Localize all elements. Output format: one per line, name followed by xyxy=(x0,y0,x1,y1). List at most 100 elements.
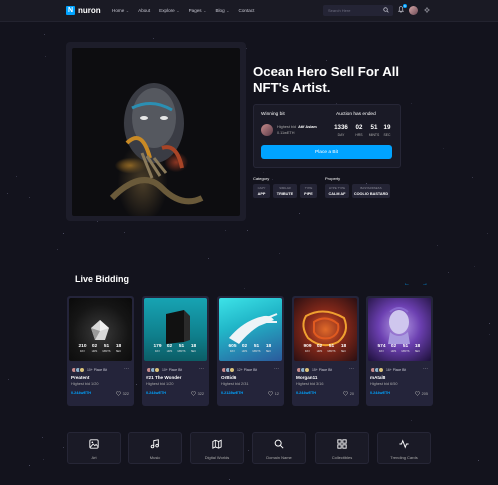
chevron-down-icon: ⌄ xyxy=(176,8,180,13)
user-avatar[interactable] xyxy=(409,6,418,15)
owner-avatar[interactable] xyxy=(229,367,235,373)
card-countdown-value: 574 xyxy=(377,344,386,349)
place-bit-count: 10+ Place Bit xyxy=(87,368,108,372)
place-bit-count: 12+ Place Bit xyxy=(237,368,258,372)
like-button[interactable]: 20 xyxy=(342,391,354,396)
card-countdown-unit: DAY xyxy=(378,350,385,353)
nft-card[interactable]: 605 DAY 02 HRS 51 MINTS 18 SEC 12+ Place Bit ⋯ … xyxy=(217,296,284,406)
category-tile[interactable]: Digital Worlds xyxy=(190,432,244,464)
chevron-down-icon: ⌄ xyxy=(125,8,130,13)
card-countdown-cell: 18 SEC xyxy=(412,344,424,353)
category-tile[interactable]: Art xyxy=(67,432,121,464)
chip-key: TYPE xyxy=(304,186,313,190)
card-title[interactable]: #21 The Wonder xyxy=(146,375,181,380)
more-options-icon[interactable]: ⋯ xyxy=(349,366,354,372)
card-countdown-value: 02 xyxy=(91,344,98,349)
like-button[interactable]: 12 xyxy=(267,391,279,396)
owner-avatar[interactable] xyxy=(378,367,384,373)
card-countdown-unit: HRS xyxy=(316,350,323,353)
card-countdown-cell: 574 DAY xyxy=(376,344,388,353)
nav-about[interactable]: About xyxy=(138,8,150,13)
card-countdown-cell: 51 MINTS xyxy=(101,344,113,353)
category-chip[interactable]: SIMILAR TRIBUTE xyxy=(273,184,297,198)
bidder-prefix: Highest bid xyxy=(277,125,296,129)
card-title[interactable]: Morgan11 xyxy=(296,375,317,380)
card-countdown-unit: MINTS xyxy=(102,350,111,353)
place-bid-button[interactable]: Place a Bit xyxy=(261,145,392,159)
chip-value: COOLIO BASTARD xyxy=(353,192,389,196)
card-highest-bid: Highest bid 1/20 xyxy=(146,382,174,386)
bidder-amount: 0.11wETH xyxy=(277,131,295,135)
card-price: 0.244wETH xyxy=(71,391,92,395)
search-placeholder: Search Here xyxy=(328,8,351,13)
more-options-icon[interactable]: ⋯ xyxy=(274,366,279,372)
music-note-icon xyxy=(129,439,181,449)
card-countdown-unit: HRS xyxy=(241,350,248,353)
card-countdown-value: 18 xyxy=(340,344,347,349)
nav-explore[interactable]: Explore ⌄ xyxy=(159,8,179,13)
search-icon[interactable] xyxy=(383,7,389,13)
owner-avatar[interactable] xyxy=(79,367,85,373)
card-title[interactable]: Preatent xyxy=(71,375,89,380)
heart-icon xyxy=(115,391,121,396)
card-countdown-value: 02 xyxy=(316,344,323,349)
nft-card[interactable]: 210 DAY 02 HRS 51 MINTS 18 SEC 10+ Place Bit ⋯ … xyxy=(67,296,134,406)
hero-artwork-image[interactable] xyxy=(72,48,240,216)
category-tile-label: Collectibles xyxy=(331,455,353,460)
like-button[interactable]: 322 xyxy=(190,391,204,396)
card-price: 0.244wETH xyxy=(146,391,167,395)
place-bit-count: 16+ Place Bit xyxy=(386,368,407,372)
category-tile[interactable]: Trending Cards xyxy=(377,432,431,464)
bidder-avatar[interactable] xyxy=(261,124,273,136)
like-button[interactable]: 322 xyxy=(115,391,129,396)
more-options-icon[interactable]: ⋯ xyxy=(423,366,428,372)
arrow-left-icon[interactable]: ← xyxy=(402,279,412,289)
countdown-seconds: 19 SEC xyxy=(379,124,395,137)
property-chip[interactable]: BASTARDNESS COOLIO BASTARD xyxy=(352,184,390,198)
theme-toggle-icon[interactable] xyxy=(424,7,430,13)
category-tile[interactable]: Music xyxy=(128,432,182,464)
search-input[interactable]: Search Here xyxy=(323,5,393,16)
more-options-icon[interactable]: ⋯ xyxy=(124,366,129,372)
painted-face-artwork xyxy=(109,83,204,205)
like-button[interactable]: 205 xyxy=(414,391,428,396)
chip-key: CAPY xyxy=(257,186,266,190)
arrow-right-icon[interactable]: → xyxy=(420,279,430,289)
nav-pages[interactable]: Pages ⌄ xyxy=(189,8,207,13)
category-tile[interactable]: Collectibles xyxy=(315,432,369,464)
nft-card[interactable]: 179 DAY 02 HRS 51 MINTS 18 SEC 10+ Place Bit ⋯ … xyxy=(142,296,209,406)
chip-value: APP xyxy=(257,192,266,196)
chip-value: PIPE xyxy=(304,192,313,196)
owner-avatar[interactable] xyxy=(304,367,310,373)
auction-ended-label: Auction has ended xyxy=(336,112,376,117)
logo[interactable]: N nuron xyxy=(66,6,101,15)
map-icon xyxy=(191,439,243,449)
card-countdown-unit: SEC xyxy=(340,350,347,353)
category-chip[interactable]: CAPY APP xyxy=(253,184,270,198)
nav-home[interactable]: Home ⌄ xyxy=(112,8,129,13)
card-countdown-value: 210 xyxy=(78,344,87,349)
nft-card[interactable]: 909 DAY 02 HRS 51 MINTS 18 SEC 15+ Place Bit ⋯ … xyxy=(292,296,359,406)
card-owners: 10+ Place Bit xyxy=(71,367,107,373)
card-countdown-value: 51 xyxy=(103,344,110,349)
property-chip[interactable]: HYPE TYPE CALM AF xyxy=(325,184,349,198)
card-countdown-value: 51 xyxy=(328,344,335,349)
card-countdown-unit: MINTS xyxy=(401,350,410,353)
card-countdown-value: 51 xyxy=(402,344,409,349)
bidder-line: Highest bid Atif Aslam xyxy=(277,125,317,129)
category-tile[interactable]: Domain Name xyxy=(252,432,306,464)
nav-blog[interactable]: Blog ⌄ xyxy=(215,8,229,13)
card-title[interactable]: OrBid6 xyxy=(221,375,236,380)
owner-avatar[interactable] xyxy=(154,367,160,373)
chip-key: BASTARDNESS xyxy=(360,186,382,190)
like-count: 322 xyxy=(197,391,204,396)
nav-contact[interactable]: Contact xyxy=(239,8,255,13)
chip-value: TRIBUTE xyxy=(276,192,294,196)
card-title[interactable]: mAtal8 xyxy=(370,375,385,380)
chip-key: SIMILAR xyxy=(279,186,291,190)
nav-label: About xyxy=(138,8,151,13)
nft-card[interactable]: 574 DAY 02 HRS 51 MINTS 18 SEC 16+ Place Bit ⋯ … xyxy=(366,296,433,406)
category-tile-label: Domain Name xyxy=(266,455,292,460)
category-chip[interactable]: TYPE PIPE xyxy=(300,184,317,198)
more-options-icon[interactable]: ⋯ xyxy=(199,366,204,372)
